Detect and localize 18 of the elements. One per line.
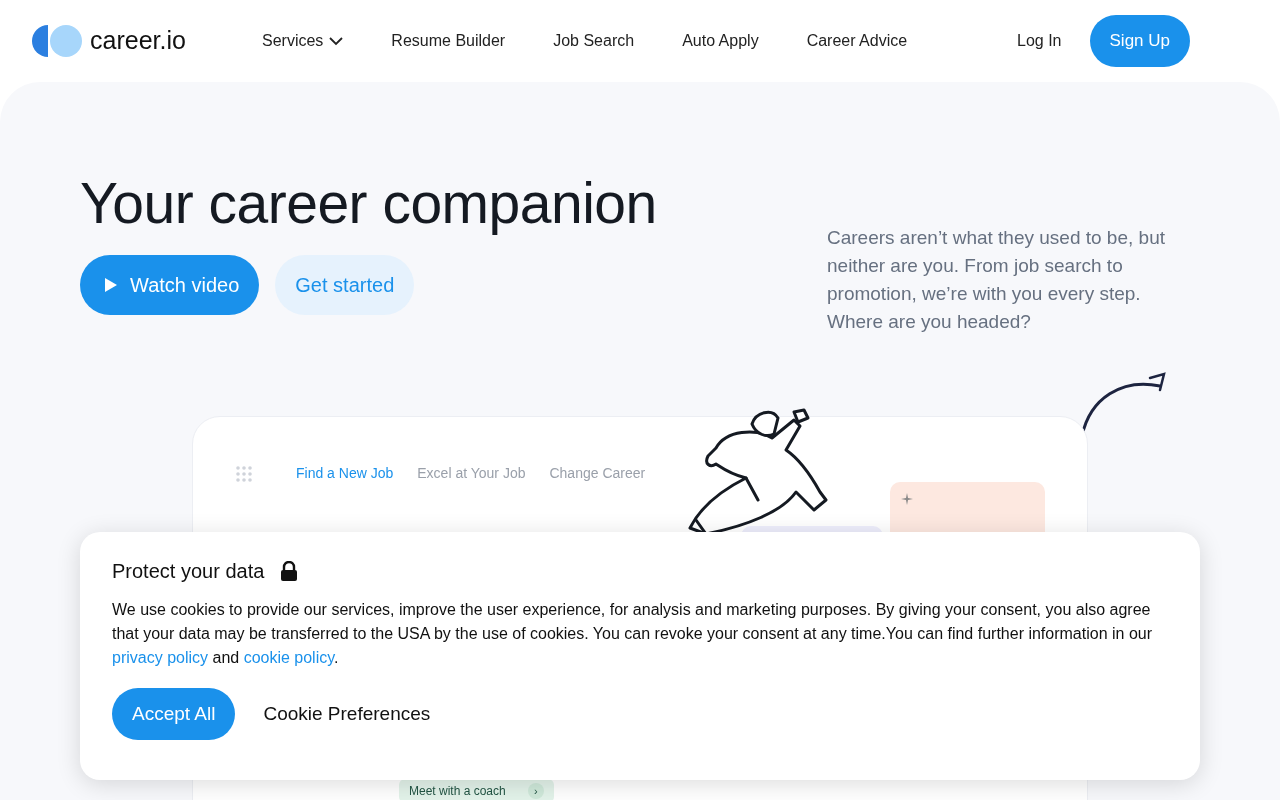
login-link[interactable]: Log In <box>1017 29 1062 53</box>
cookie-title: Protect your data <box>112 559 265 584</box>
hero-tagline: Careers aren’t what they used to be, but neither are you. From job search to promotion, we’re with you every step. Where are you headed? <box>827 226 1166 334</box>
play-icon <box>104 276 118 293</box>
lock-icon <box>280 561 299 581</box>
cookie-text: We use cookies to provide our services, improve the user experience, for analysis and marketing purposes. By giving your consent, you also agree that your data may be transferred to the USA by the use of cookies. You can revoke your consent at any time.You can find further information in our privacy policy and cookie policy. <box>112 600 1153 668</box>
hero-title: Your career companion <box>80 172 658 235</box>
logo-icon <box>32 25 82 57</box>
nav-link[interactable]: Services <box>262 29 344 53</box>
cookie-preferences-button[interactable]: Cookie Preferences <box>251 699 443 729</box>
coach-chip[interactable]: Meet with a coach › <box>399 779 554 800</box>
grid-icon <box>235 464 253 483</box>
nav-link[interactable]: Resume Builder <box>391 29 506 53</box>
chevron-down-icon <box>329 36 344 46</box>
logo-text[interactable]: career.io <box>90 22 186 60</box>
nav-link[interactable]: Job Search <box>553 29 635 53</box>
nav-link[interactable]: Auto Apply <box>682 29 759 53</box>
nav-link[interactable]: Career Advice <box>806 29 908 53</box>
